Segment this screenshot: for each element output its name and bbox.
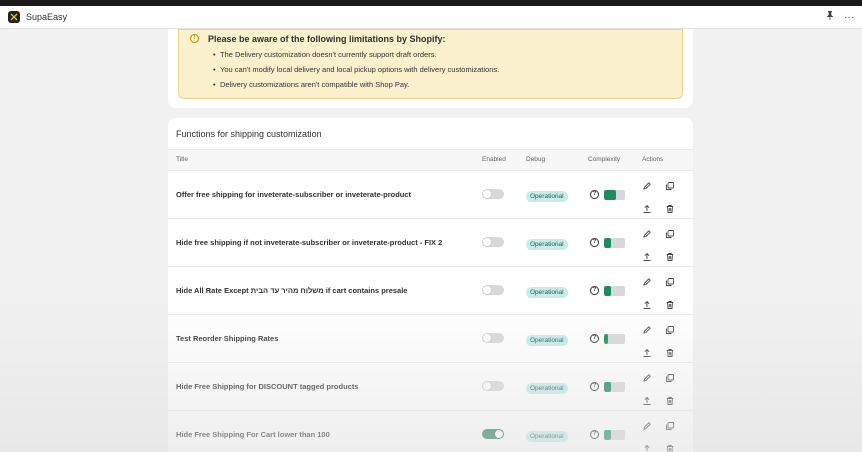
complexity-help-icon[interactable]: ? [590, 286, 599, 295]
enabled-toggle[interactable] [482, 429, 504, 439]
row-title: Offer free shipping for inveterate-subsc… [176, 190, 412, 199]
edit-icon[interactable] [642, 181, 652, 191]
column-header-title: Title [176, 156, 189, 163]
row-title: Hide free shipping if not inveterate-sub… [176, 238, 443, 247]
complexity-fill [604, 430, 612, 440]
duplicate-icon[interactable] [665, 373, 675, 383]
debug-status-badge: Operational [526, 287, 568, 298]
export-icon[interactable] [642, 348, 652, 358]
app-name: SupaEasy [26, 12, 68, 22]
edit-icon[interactable] [642, 229, 652, 239]
complexity-fill [604, 286, 612, 296]
table-row: Hide Free Shipping for DISCOUNT tagged p… [168, 363, 693, 411]
row-title: Hide Free Shipping For Cart lower than 1… [176, 430, 330, 439]
enabled-toggle[interactable] [482, 333, 504, 343]
limitations-banner: ! Please be aware of the following limit… [178, 29, 683, 99]
complexity-meter [604, 382, 625, 392]
delete-icon[interactable] [665, 444, 675, 452]
table-row: Hide Free Shipping For Cart lower than 1… [168, 411, 693, 452]
table-row: Test Reorder Shipping Rates Operational … [168, 315, 693, 363]
debug-status-badge: Operational [526, 335, 568, 346]
duplicate-icon[interactable] [665, 325, 675, 335]
complexity-meter [604, 334, 625, 344]
complexity-fill [604, 382, 612, 392]
limitations-list: The Delivery customization doesn't curre… [213, 47, 670, 92]
functions-card: Functions for shipping customization Tit… [168, 118, 693, 452]
table-row: Hide All Rate Except משלוח מהיר עד הבית … [168, 267, 693, 315]
complexity-help-icon[interactable]: ? [590, 238, 599, 247]
notice-card: ! Please be aware of the following limit… [168, 29, 693, 108]
export-icon[interactable] [642, 396, 652, 406]
enabled-toggle[interactable] [482, 285, 504, 295]
list-item: You can't modify local delivery and loca… [213, 62, 670, 77]
enabled-toggle[interactable] [482, 381, 504, 391]
column-header-debug: Debug [526, 156, 546, 163]
row-title: Hide All Rate Except משלוח מהיר עד הבית … [176, 286, 408, 295]
export-icon[interactable] [642, 300, 652, 310]
edit-icon[interactable] [642, 277, 652, 287]
edit-icon[interactable] [642, 325, 652, 335]
warning-circle-icon: ! [190, 34, 199, 43]
enabled-toggle[interactable] [482, 237, 504, 247]
more-options-icon[interactable]: ··· [844, 12, 854, 23]
banner-title: Please be aware of the following limitat… [208, 34, 446, 44]
enabled-toggle[interactable] [482, 189, 504, 199]
delete-icon[interactable] [665, 396, 675, 406]
complexity-fill [604, 190, 616, 200]
column-header-actions: Actions [642, 156, 664, 163]
delete-icon[interactable] [665, 252, 675, 262]
row-title: Test Reorder Shipping Rates [176, 334, 279, 343]
complexity-help-icon[interactable]: ? [590, 190, 599, 199]
table-row: Offer free shipping for inveterate-subsc… [168, 171, 693, 219]
complexity-fill [604, 334, 609, 344]
column-header-enabled: Enabled [482, 156, 506, 163]
delete-icon[interactable] [665, 300, 675, 310]
duplicate-icon[interactable] [665, 229, 675, 239]
delete-icon[interactable] [665, 348, 675, 358]
delete-icon[interactable] [665, 204, 675, 214]
debug-status-badge: Operational [526, 383, 568, 394]
section-title: Functions for shipping customization [176, 129, 322, 139]
row-title: Hide Free Shipping for DISCOUNT tagged p… [176, 382, 359, 391]
duplicate-icon[interactable] [665, 277, 675, 287]
complexity-meter [604, 286, 625, 296]
complexity-help-icon[interactable]: ? [590, 382, 599, 391]
edit-icon[interactable] [642, 373, 652, 383]
complexity-meter [604, 430, 625, 440]
table-body: Offer free shipping for inveterate-subsc… [168, 171, 693, 452]
export-icon[interactable] [642, 444, 652, 452]
complexity-meter [604, 238, 625, 248]
table-row: Hide free shipping if not inveterate-sub… [168, 219, 693, 267]
debug-status-badge: Operational [526, 191, 568, 202]
duplicate-icon[interactable] [665, 421, 675, 431]
export-icon[interactable] [642, 252, 652, 262]
edit-icon[interactable] [642, 421, 652, 431]
export-icon[interactable] [642, 204, 652, 214]
complexity-fill [604, 238, 612, 248]
pin-icon[interactable] [826, 11, 834, 23]
column-header-complexity: Complexity [588, 156, 621, 163]
supaeasy-logo-icon [8, 11, 20, 23]
list-item: Delivery customizations aren't compatibl… [213, 77, 670, 92]
complexity-help-icon[interactable]: ? [590, 430, 599, 439]
app-header: SupaEasy ··· [0, 6, 862, 29]
complexity-meter [604, 190, 625, 200]
duplicate-icon[interactable] [665, 181, 675, 191]
debug-status-badge: Operational [526, 431, 568, 442]
complexity-help-icon[interactable]: ? [590, 334, 599, 343]
debug-status-badge: Operational [526, 239, 568, 250]
table-header: Title Enabled Debug Complexity Actions [168, 149, 693, 171]
list-item: The Delivery customization doesn't curre… [213, 47, 670, 62]
